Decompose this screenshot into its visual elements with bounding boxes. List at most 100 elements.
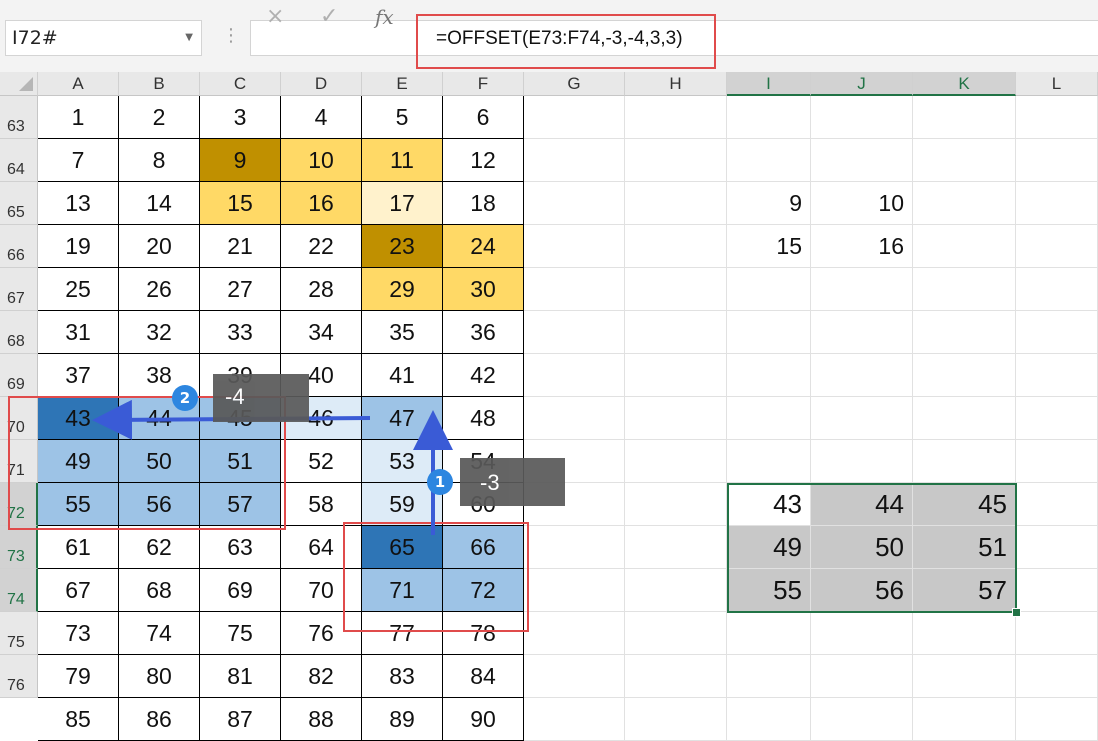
cell[interactable]: 25: [38, 268, 119, 311]
cell[interactable]: 7: [38, 139, 119, 182]
row-header-64[interactable]: 64: [0, 139, 38, 182]
cell[interactable]: 47: [362, 397, 443, 440]
cell[interactable]: 87: [200, 698, 281, 741]
cell[interactable]: 63: [200, 526, 281, 569]
cell[interactable]: 15: [200, 182, 281, 225]
cell[interactable]: [1016, 96, 1098, 139]
column-header-k[interactable]: K: [913, 72, 1016, 96]
cell[interactable]: 16: [281, 182, 362, 225]
cell[interactable]: [1016, 268, 1098, 311]
row-header-74[interactable]: 74: [0, 569, 38, 612]
fill-handle[interactable]: [1012, 608, 1021, 617]
cell[interactable]: [1016, 612, 1098, 655]
cell[interactable]: 21: [200, 225, 281, 268]
cell[interactable]: 86: [119, 698, 200, 741]
cell[interactable]: [524, 569, 625, 612]
cell[interactable]: [1016, 311, 1098, 354]
cell[interactable]: [913, 354, 1016, 397]
cell[interactable]: 82: [281, 655, 362, 698]
cell[interactable]: [811, 354, 913, 397]
cell[interactable]: [625, 139, 727, 182]
cell[interactable]: [524, 698, 625, 741]
cell[interactable]: 31: [38, 311, 119, 354]
cell[interactable]: [625, 397, 727, 440]
cell[interactable]: [524, 225, 625, 268]
cell[interactable]: [811, 96, 913, 139]
cell[interactable]: [727, 655, 811, 698]
cell[interactable]: [727, 96, 811, 139]
cell[interactable]: 36: [443, 311, 524, 354]
cell[interactable]: [625, 225, 727, 268]
cell[interactable]: 27: [200, 268, 281, 311]
cell[interactable]: 23: [362, 225, 443, 268]
cell[interactable]: 89: [362, 698, 443, 741]
cell[interactable]: 33: [200, 311, 281, 354]
cell[interactable]: [524, 655, 625, 698]
cell[interactable]: 37: [38, 354, 119, 397]
row-header-75[interactable]: 75: [0, 612, 38, 655]
cell[interactable]: 29: [362, 268, 443, 311]
cell[interactable]: [1016, 526, 1098, 569]
cell[interactable]: 73: [38, 612, 119, 655]
column-header-i[interactable]: I: [727, 72, 811, 96]
cell[interactable]: [913, 655, 1016, 698]
row-header-65[interactable]: 65: [0, 182, 38, 225]
cell[interactable]: 75: [200, 612, 281, 655]
cell[interactable]: 69: [200, 569, 281, 612]
cell[interactable]: [625, 182, 727, 225]
cell[interactable]: 20: [119, 225, 200, 268]
column-header-j[interactable]: J: [811, 72, 913, 96]
row-header-68[interactable]: 68: [0, 311, 38, 354]
cell[interactable]: [913, 612, 1016, 655]
cell[interactable]: 14: [119, 182, 200, 225]
cell[interactable]: [913, 440, 1016, 483]
cell[interactable]: 1: [38, 96, 119, 139]
column-header-e[interactable]: E: [362, 72, 443, 96]
cell[interactable]: [1016, 655, 1098, 698]
cell[interactable]: 19: [38, 225, 119, 268]
cell[interactable]: [811, 612, 913, 655]
cell[interactable]: 2: [119, 96, 200, 139]
cell[interactable]: 32: [119, 311, 200, 354]
cell[interactable]: 88: [281, 698, 362, 741]
cell[interactable]: [811, 268, 913, 311]
cell[interactable]: [625, 311, 727, 354]
column-header-c[interactable]: C: [200, 72, 281, 96]
cell[interactable]: [625, 698, 727, 741]
cell[interactable]: 41: [362, 354, 443, 397]
cell[interactable]: [625, 612, 727, 655]
column-header-l[interactable]: L: [1016, 72, 1098, 96]
cell[interactable]: 17: [362, 182, 443, 225]
row-header-76[interactable]: 76: [0, 655, 38, 698]
row-header-73[interactable]: 73: [0, 526, 38, 569]
row-header-67[interactable]: 67: [0, 268, 38, 311]
cell[interactable]: 10: [281, 139, 362, 182]
more-options-icon[interactable]: ⋮: [222, 26, 240, 46]
cell[interactable]: [524, 139, 625, 182]
cell[interactable]: [811, 139, 913, 182]
name-box[interactable]: I72# ▼: [5, 20, 202, 56]
cell[interactable]: [625, 354, 727, 397]
cell[interactable]: [1016, 483, 1098, 526]
cell[interactable]: 52: [281, 440, 362, 483]
cell[interactable]: [727, 311, 811, 354]
cell[interactable]: 80: [119, 655, 200, 698]
column-header-f[interactable]: F: [443, 72, 524, 96]
cell[interactable]: [727, 139, 811, 182]
cell[interactable]: [913, 182, 1016, 225]
cell[interactable]: 74: [119, 612, 200, 655]
cell[interactable]: [1016, 225, 1098, 268]
cell[interactable]: 18: [443, 182, 524, 225]
cell[interactable]: [1016, 698, 1098, 741]
cell[interactable]: [811, 698, 913, 741]
cell[interactable]: 58: [281, 483, 362, 526]
cell[interactable]: 26: [119, 268, 200, 311]
column-header-b[interactable]: B: [119, 72, 200, 96]
row-header-63[interactable]: 63: [0, 96, 38, 139]
cell[interactable]: 16: [811, 225, 913, 268]
column-header-d[interactable]: D: [281, 72, 362, 96]
cell[interactable]: 8: [119, 139, 200, 182]
cell[interactable]: 11: [362, 139, 443, 182]
cell[interactable]: 67: [38, 569, 119, 612]
cancel-icon[interactable]: ×: [266, 0, 284, 34]
